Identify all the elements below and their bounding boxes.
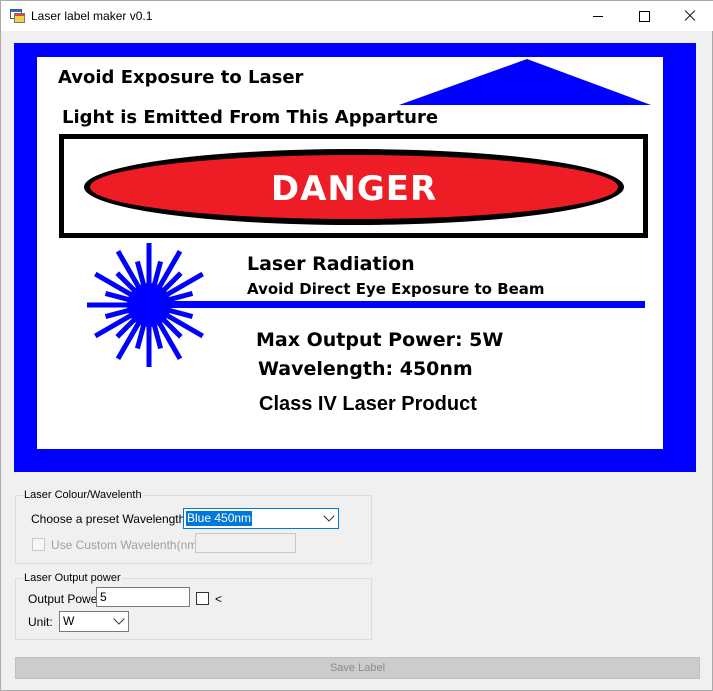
output-power-input[interactable]: 5: [96, 587, 190, 607]
unit-label: Unit:: [28, 615, 53, 629]
danger-panel: DANGER: [59, 134, 648, 238]
preset-wavelength-label: Choose a preset Wavelength:: [31, 512, 189, 526]
close-button[interactable]: [667, 1, 713, 31]
label-line-avoid-exposure: Avoid Exposure to Laser: [58, 67, 304, 88]
power-group-legend: Laser Output power: [23, 572, 122, 584]
save-label-button[interactable]: Save Label: [15, 657, 700, 679]
maximize-button[interactable]: [621, 1, 667, 31]
wavelength-group-legend: Laser Colour/Wavelenth: [23, 489, 143, 501]
title-bar[interactable]: Laser label maker v0.1: [1, 1, 713, 31]
label-preview: Avoid Exposure to Laser Light is Emitted…: [14, 43, 696, 472]
output-power-value: 5: [100, 590, 107, 604]
less-than-checkbox[interactable]: [196, 592, 209, 605]
app-window: Laser label maker v0.1 Avoid Exposure to…: [0, 0, 713, 691]
minimize-icon: [593, 16, 603, 17]
minimize-button[interactable]: [575, 1, 621, 31]
label-line-emitted: Light is Emitted From This Apparture: [62, 107, 439, 128]
custom-wavelength-checkbox[interactable]: [32, 538, 45, 551]
wavelength-groupbox: Laser Colour/Wavelenth: [15, 489, 372, 564]
danger-oval: DANGER: [84, 149, 624, 225]
label-eye-warning: Avoid Direct Eye Exposure to Beam: [247, 280, 545, 298]
aperture-triangle-icon: [399, 59, 651, 105]
label-laser-radiation: Laser Radiation: [247, 253, 415, 275]
app-window-icon: [10, 9, 25, 23]
custom-wavelength-label: Use Custom Wavelenth(nm): [51, 538, 202, 552]
unit-select[interactable]: W: [59, 611, 129, 632]
label-canvas: Avoid Exposure to Laser Light is Emitted…: [37, 57, 663, 449]
custom-wavelength-input[interactable]: [195, 533, 296, 553]
label-wavelength: Wavelength: 450nm: [258, 358, 473, 380]
label-class: Class IV Laser Product: [259, 393, 477, 415]
less-than-label: <: [215, 592, 223, 606]
preset-wavelength-select[interactable]: Blue 450nm: [183, 508, 339, 529]
chevron-down-icon: [113, 613, 125, 625]
danger-text: DANGER: [270, 169, 438, 209]
maximize-icon: [639, 11, 650, 22]
unit-value: W: [63, 614, 75, 628]
output-power-label: Output Power:: [28, 592, 105, 606]
window-title: Laser label maker v0.1: [31, 9, 153, 23]
chevron-down-icon: [323, 510, 335, 522]
preset-wavelength-value: Blue 450nm: [186, 511, 253, 526]
label-max-power: Max Output Power: 5W: [256, 329, 504, 351]
